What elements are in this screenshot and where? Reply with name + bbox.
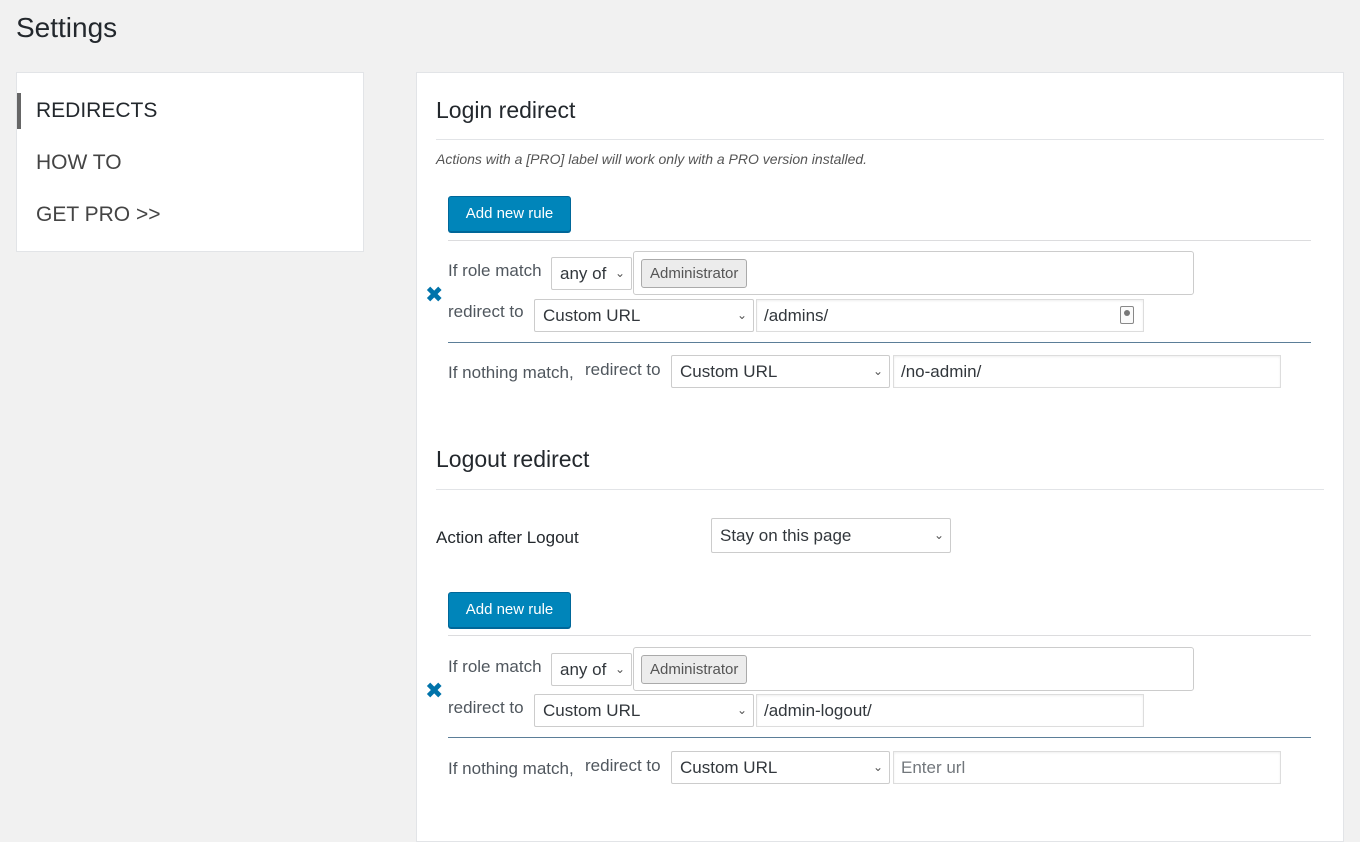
redirect-type-value: Custom URL xyxy=(543,701,641,720)
redirect-url-input[interactable]: /admin-logout/ xyxy=(756,694,1144,727)
rule-divider xyxy=(448,240,1311,241)
nothing-match-label: If nothing match, xyxy=(448,759,574,778)
remove-rule-icon[interactable]: ✖ xyxy=(425,284,443,306)
chevron-down-icon: ⌄ xyxy=(736,308,747,322)
fallback-url-placeholder: Enter url xyxy=(901,758,966,777)
match-mode-value: any of xyxy=(560,660,607,679)
redirect-to-label: redirect to xyxy=(448,698,524,717)
autofill-contact-icon[interactable] xyxy=(1120,306,1134,324)
rule-divider xyxy=(448,737,1311,738)
role-tag[interactable]: Administrator xyxy=(641,655,748,684)
action-after-logout-value: Stay on this page xyxy=(720,526,852,545)
sidebar-item-label: HOW TO xyxy=(36,151,122,174)
chevron-down-icon: ⌄ xyxy=(736,703,747,717)
roles-multiselect[interactable]: Administrator xyxy=(633,647,1194,691)
pro-note: Actions with a [PRO] label will work onl… xyxy=(436,151,868,167)
fallback-url-value: /no-admin/ xyxy=(901,362,982,381)
chevron-down-icon: ⌄ xyxy=(872,760,883,774)
page-title: Settings xyxy=(16,12,118,43)
logout-redirect-title: Logout redirect xyxy=(436,446,590,472)
sidebar-item-label: GET PRO >> xyxy=(36,203,161,226)
role-match-label: If role match xyxy=(448,657,542,676)
sidebar-item-get-pro[interactable]: GET PRO >> xyxy=(17,197,363,233)
match-mode-select[interactable]: any of ⌄ xyxy=(551,653,632,686)
match-mode-select[interactable]: any of ⌄ xyxy=(551,257,632,290)
redirect-type-value: Custom URL xyxy=(680,362,778,381)
section-divider xyxy=(436,489,1324,490)
rule-divider xyxy=(448,342,1311,343)
redirect-to-label: redirect to xyxy=(585,756,661,775)
section-divider xyxy=(436,139,1324,140)
nothing-match-label: If nothing match, xyxy=(448,363,574,382)
action-after-logout-label: Action after Logout xyxy=(436,528,579,547)
chevron-down-icon: ⌄ xyxy=(614,266,625,280)
redirect-type-value: Custom URL xyxy=(680,758,778,777)
sidebar-nav: REDIRECTS HOW TO GET PRO >> xyxy=(16,72,364,252)
fallback-url-input[interactable]: Enter url xyxy=(893,751,1281,784)
role-match-label: If role match xyxy=(448,261,542,280)
login-add-rule-button[interactable]: Add new rule xyxy=(448,196,571,232)
redirect-to-label: redirect to xyxy=(585,360,661,379)
sidebar-item-how-to[interactable]: HOW TO xyxy=(17,145,363,181)
fallback-url-input[interactable]: /no-admin/ xyxy=(893,355,1281,388)
chevron-down-icon: ⌄ xyxy=(614,662,625,676)
match-mode-value: any of xyxy=(560,264,607,283)
rule-divider xyxy=(448,635,1311,636)
role-tag[interactable]: Administrator xyxy=(641,259,748,288)
sidebar-item-redirects[interactable]: REDIRECTS xyxy=(17,93,363,129)
redirect-to-label: redirect to xyxy=(448,302,524,321)
redirect-url-value: /admins/ xyxy=(764,306,829,325)
fallback-redirect-type-select[interactable]: Custom URL ⌄ xyxy=(671,355,890,388)
logout-add-rule-button[interactable]: Add new rule xyxy=(448,592,571,628)
fallback-redirect-type-select[interactable]: Custom URL ⌄ xyxy=(671,751,890,784)
redirect-url-input[interactable]: /admins/ xyxy=(756,299,1144,332)
roles-multiselect[interactable]: Administrator xyxy=(633,251,1194,295)
login-redirect-title: Login redirect xyxy=(436,97,576,123)
action-after-logout-select[interactable]: Stay on this page ⌄ xyxy=(711,518,951,553)
settings-panel: Login redirect Actions with a [PRO] labe… xyxy=(416,72,1344,842)
remove-rule-icon[interactable]: ✖ xyxy=(425,680,443,702)
redirect-type-select[interactable]: Custom URL ⌄ xyxy=(534,694,754,727)
redirect-url-value: /admin-logout/ xyxy=(764,701,872,720)
redirect-type-select[interactable]: Custom URL ⌄ xyxy=(534,299,754,332)
chevron-down-icon: ⌄ xyxy=(933,528,944,542)
redirect-type-value: Custom URL xyxy=(543,306,641,325)
sidebar-item-label: REDIRECTS xyxy=(36,99,158,122)
chevron-down-icon: ⌄ xyxy=(872,364,883,378)
